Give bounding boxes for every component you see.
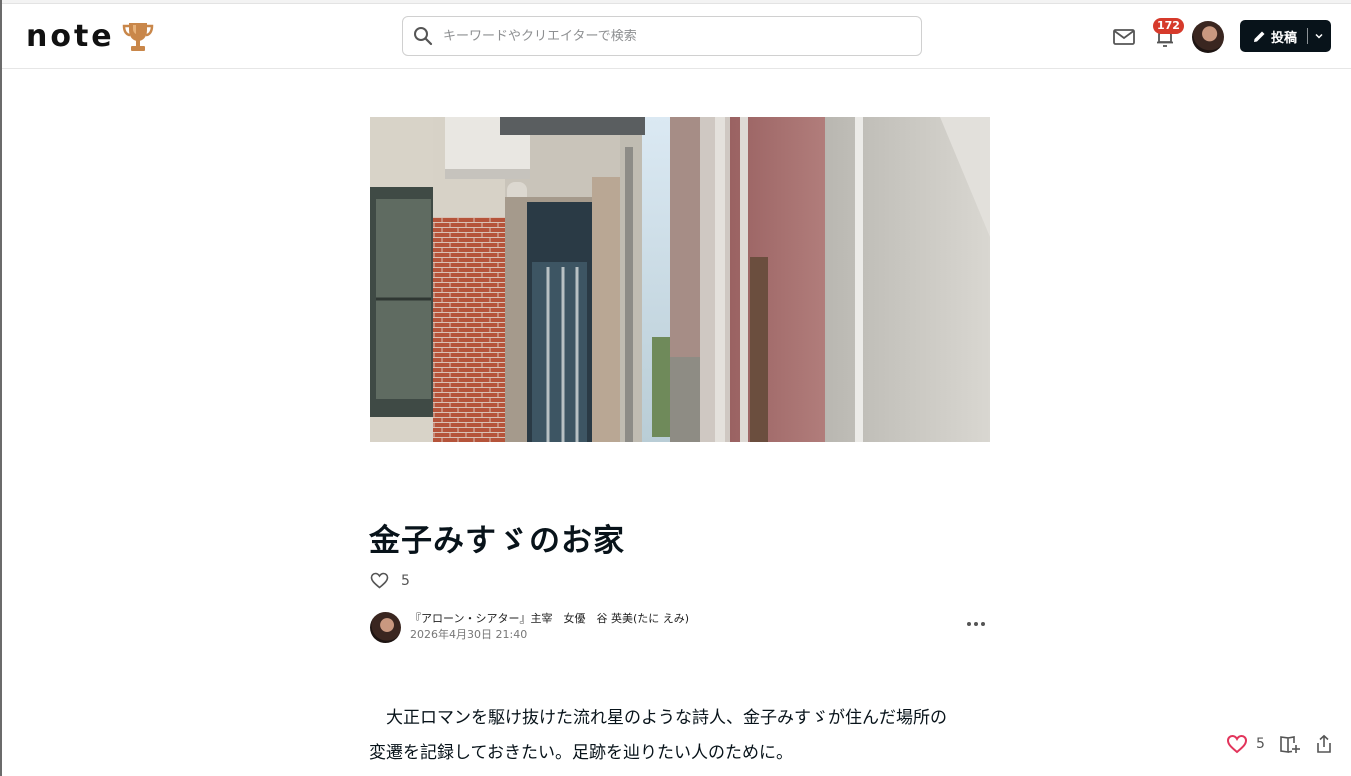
article-like-button[interactable]: 5 [370,572,410,589]
search-box[interactable] [402,16,922,56]
alley-photo [370,117,990,442]
author-meta: 『アローン・シアター』主宰 女優 谷 英美(たに えみ) 2026年4月30日 … [410,611,689,643]
trophy-icon [122,23,153,51]
chevron-down-icon[interactable] [1314,31,1324,41]
share-icon[interactable] [1315,734,1333,754]
browser-viewport: note キーワードやクリエイターで検索 172 投稿 金子みすゞのお家 5 『… [0,0,1351,776]
pencil-icon [1254,31,1265,42]
heart-outline-icon [370,572,389,589]
search-input[interactable] [443,28,883,44]
floating-like-count: 5 [1256,736,1265,752]
floating-action-bar: 5 [1226,734,1333,754]
site-header: note キーワードやクリエイターで検索 172 投稿 [2,4,1351,69]
body-line-2: 変遷を記録しておきたい。足跡を辿りたい人のために。 [369,743,793,763]
dot [974,622,978,626]
messages-button[interactable] [1111,24,1137,50]
user-avatar[interactable] [1192,21,1224,53]
article-like-count: 5 [401,572,410,589]
add-to-magazine-icon[interactable] [1279,734,1301,754]
notification-count-badge: 172 [1153,18,1184,34]
author-avatar[interactable] [370,611,401,643]
body-line-1: 大正ロマンを駆け抜けた流れ星のような詩人、金子みすゞが住んだ場所の [369,708,947,728]
search-icon [414,27,433,46]
article-hero-image [370,117,990,442]
post-button-label: 投稿 [1271,30,1298,46]
note-logo[interactable]: note [26,20,155,54]
author-name[interactable]: 『アローン・シアター』主宰 女優 谷 英美(たに えみ) [410,611,689,627]
heart-icon[interactable] [1226,734,1248,754]
article-title: 金子みすゞのお家 [369,523,625,559]
logo-wordmark: note [26,19,115,54]
more-options-icon[interactable] [967,618,989,630]
article-body: 大正ロマンを駆け抜けた流れ星のような詩人、金子みすゞが住んだ場所の 変遷を記録し… [369,701,999,771]
button-divider [1307,28,1309,44]
dot [981,622,985,626]
author-info[interactable]: 『アローン・シアター』主宰 女優 谷 英美(たに えみ) 2026年4月30日 … [370,611,689,643]
mail-icon [1113,29,1135,45]
dot [967,622,971,626]
published-date: 2026年4月30日 21:40 [410,628,528,641]
post-button[interactable]: 投稿 [1240,20,1331,52]
